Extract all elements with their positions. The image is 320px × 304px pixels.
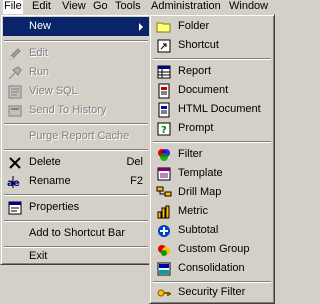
- submenu-item-folder[interactable]: Folder: [152, 17, 272, 36]
- subtotal-label: Subtotal: [178, 224, 219, 236]
- report-icon: [156, 64, 172, 80]
- history-icon: [7, 103, 23, 119]
- menu-item-rename[interactable]: ae Rename F2: [3, 172, 149, 191]
- delete-x-icon: [7, 155, 23, 171]
- submenu-item-metric[interactable]: Metric: [152, 202, 272, 221]
- folder-icon: [156, 19, 172, 35]
- delete-shortcut: Del: [126, 156, 143, 168]
- menu-item-purge-report-cache: Purge Report Cache: [3, 127, 149, 146]
- submenu-item-report[interactable]: Report: [152, 62, 272, 81]
- prompt-icon: ?: [156, 121, 172, 137]
- run-label: Run: [29, 66, 50, 78]
- menu-go[interactable]: Go: [92, 0, 109, 14]
- submenu-item-custom-group[interactable]: Custom Group: [152, 240, 272, 259]
- rename-label: Rename: [29, 175, 71, 187]
- add-to-shortcut-bar-label: Add to Shortcut Bar: [29, 227, 125, 239]
- shortcut-icon: [156, 38, 172, 54]
- submenu-item-html-document[interactable]: HTML Document: [152, 100, 272, 119]
- filter-label: Filter: [178, 148, 203, 160]
- delete-label: Delete: [29, 156, 61, 168]
- svg-text:?: ?: [161, 125, 167, 136]
- folder-label: Folder: [178, 20, 210, 32]
- document-label: Document: [178, 84, 229, 96]
- new-submenu: Folder Shortcut Report Document HTML Doc…: [149, 14, 275, 304]
- properties-icon: [7, 200, 23, 216]
- separator: [153, 141, 271, 143]
- submenu-item-drill-map[interactable]: Drill Map: [152, 183, 272, 202]
- menu-bar: File Edit View Go Tools Administration W…: [0, 0, 275, 14]
- menu-item-add-to-shortcut-bar[interactable]: Add to Shortcut Bar: [3, 224, 149, 243]
- separator: [4, 194, 148, 196]
- separator: [4, 220, 148, 222]
- menu-administration[interactable]: Administration: [150, 0, 222, 14]
- html-document-label: HTML Document: [178, 103, 261, 115]
- menu-item-send-to-history: Send To History: [3, 101, 149, 120]
- submenu-item-consolidation[interactable]: Consolidation: [152, 259, 272, 278]
- svg-text:e: e: [13, 178, 20, 189]
- submenu-item-subtotal[interactable]: Subtotal: [152, 221, 272, 240]
- filter-icon: [156, 147, 172, 163]
- security-filter-label: Security Filter: [178, 286, 246, 298]
- run-icon: [7, 65, 23, 81]
- separator: [4, 123, 148, 125]
- template-icon: [156, 166, 172, 182]
- submenu-item-security-filter[interactable]: Security Filter: [152, 283, 272, 302]
- menu-item-new[interactable]: New: [3, 17, 149, 36]
- submenu-item-filter[interactable]: Filter: [152, 145, 272, 164]
- separator: [153, 58, 271, 60]
- submenu-item-template[interactable]: Template: [152, 164, 272, 183]
- html-document-icon: [156, 102, 172, 118]
- menu-window[interactable]: Window: [228, 0, 269, 14]
- pencil-icon: [7, 46, 23, 62]
- purge-report-cache-label: Purge Report Cache: [29, 130, 130, 142]
- menu-file[interactable]: File: [3, 0, 23, 14]
- separator: [4, 40, 148, 42]
- submenu-item-prompt[interactable]: ? Prompt: [152, 119, 272, 138]
- submenu-arrow-icon: [139, 23, 143, 31]
- drill-map-icon: [156, 185, 172, 201]
- separator: [4, 149, 148, 151]
- custom-group-icon: [156, 242, 172, 258]
- report-label: Report: [178, 65, 212, 77]
- consolidation-icon: [156, 261, 172, 277]
- submenu-item-shortcut[interactable]: Shortcut: [152, 36, 272, 55]
- menu-item-exit[interactable]: Exit: [3, 247, 149, 266]
- edit-label: Edit: [29, 47, 48, 59]
- properties-label: Properties: [29, 201, 80, 213]
- rename-icon: ae: [7, 174, 23, 190]
- menu-tools[interactable]: Tools: [114, 0, 142, 14]
- shortcut-label: Shortcut: [178, 39, 219, 51]
- menu-item-edit: Edit: [3, 44, 149, 63]
- document-icon: [156, 83, 172, 99]
- metric-label: Metric: [178, 205, 208, 217]
- menu-item-properties[interactable]: Properties: [3, 198, 149, 217]
- menu-view[interactable]: View: [61, 0, 87, 14]
- security-filter-icon: [156, 285, 172, 301]
- menu-item-view-sql: View SQL: [3, 82, 149, 101]
- consolidation-label: Consolidation: [178, 262, 245, 274]
- file-menu: New Edit Run View SQL Send To History Pu…: [0, 14, 152, 265]
- new-label: New: [29, 20, 52, 32]
- submenu-item-document[interactable]: Document: [152, 81, 272, 100]
- menu-item-delete[interactable]: Delete Del: [3, 153, 149, 172]
- template-label: Template: [178, 167, 223, 179]
- menu-edit[interactable]: Edit: [31, 0, 52, 14]
- drill-map-label: Drill Map: [178, 186, 222, 198]
- view-sql-label: View SQL: [29, 85, 78, 97]
- metric-icon: [156, 204, 172, 220]
- menu-item-run: Run: [3, 63, 149, 82]
- exit-label: Exit: [29, 250, 48, 262]
- subtotal-icon: [156, 223, 172, 239]
- custom-group-label: Custom Group: [178, 243, 250, 255]
- send-to-history-label: Send To History: [29, 104, 107, 116]
- rename-shortcut: F2: [130, 175, 143, 187]
- prompt-label: Prompt: [178, 122, 214, 134]
- sql-icon: [7, 84, 23, 100]
